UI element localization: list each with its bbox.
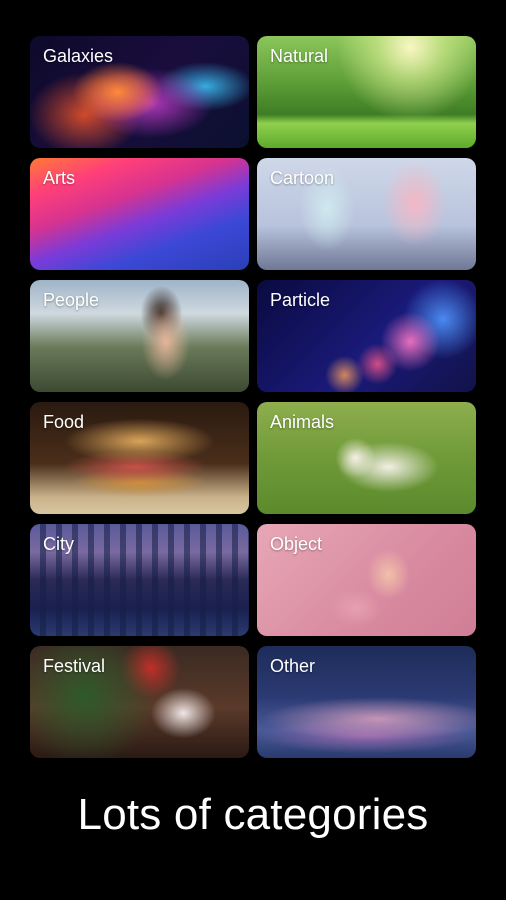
- category-tile-other[interactable]: Other: [257, 646, 476, 758]
- category-label: Particle: [270, 290, 331, 310]
- category-label: Food: [43, 412, 85, 432]
- category-label: Natural: [270, 46, 329, 66]
- category-label: Animals: [270, 412, 335, 432]
- category-label: Arts: [43, 168, 76, 188]
- category-tile-people[interactable]: People: [30, 280, 249, 392]
- category-label: Object: [270, 534, 323, 554]
- category-label: Galaxies: [43, 46, 114, 66]
- category-label: Cartoon: [270, 168, 335, 188]
- category-tile-cartoon[interactable]: Cartoon: [257, 158, 476, 270]
- category-tile-city[interactable]: City: [30, 524, 249, 636]
- category-tile-object[interactable]: Object: [257, 524, 476, 636]
- category-tile-food[interactable]: Food: [30, 402, 249, 514]
- category-tile-animals[interactable]: Animals: [257, 402, 476, 514]
- category-label: Other: [270, 656, 316, 676]
- category-tile-particle[interactable]: Particle: [257, 280, 476, 392]
- promo-caption: Lots of categories: [77, 790, 429, 839]
- category-tile-galaxies[interactable]: Galaxies: [30, 36, 249, 148]
- category-label: People: [43, 290, 100, 310]
- category-tile-natural[interactable]: Natural: [257, 36, 476, 148]
- category-label: Festival: [43, 656, 106, 676]
- category-tile-arts[interactable]: Arts: [30, 158, 249, 270]
- category-tile-festival[interactable]: Festival: [30, 646, 249, 758]
- category-label: City: [43, 534, 74, 554]
- categories-grid: Galaxies Natural Arts Cartoon People Par…: [30, 36, 476, 758]
